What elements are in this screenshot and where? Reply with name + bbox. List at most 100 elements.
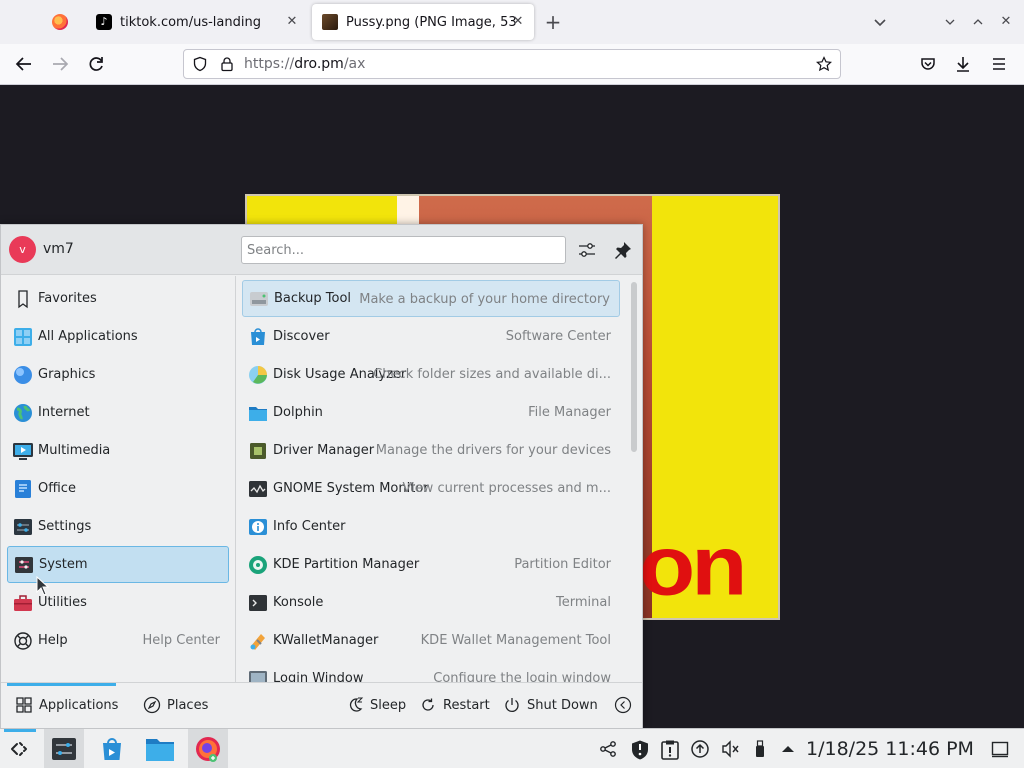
launcher-header: v vm7 — [1, 225, 642, 275]
tab-applications[interactable]: Applications — [15, 696, 118, 714]
app-kde-partition-manager[interactable]: KDE Partition Manager Partition Editor — [242, 546, 620, 583]
category-multimedia[interactable]: Multimedia — [7, 432, 229, 469]
login-icon — [247, 668, 269, 682]
close-window-icon[interactable]: ✕ — [996, 12, 1016, 32]
update-notifier-icon[interactable] — [690, 739, 710, 759]
settings-icon — [12, 516, 34, 538]
usb-device-icon[interactable] — [750, 739, 770, 759]
app-dolphin[interactable]: Dolphin File Manager — [242, 394, 620, 431]
url-bar[interactable]: https://dro.pm/ax — [183, 49, 841, 79]
app-discover[interactable]: Discover Software Center — [242, 318, 620, 355]
category-label: Office — [38, 481, 76, 496]
url-scheme: https:// — [244, 56, 295, 72]
firefox-task[interactable] — [188, 729, 228, 768]
minimize-window-icon[interactable] — [940, 12, 960, 32]
close-tab-icon[interactable]: ✕ — [510, 14, 526, 30]
clipboard-icon[interactable] — [659, 739, 679, 760]
category-internet[interactable]: Internet — [7, 394, 229, 431]
hamburger-menu-icon[interactable] — [985, 50, 1013, 78]
search-input[interactable] — [241, 236, 566, 264]
tab-image-active[interactable]: Pussy.png (PNG Image, 53 ✕ — [312, 4, 534, 40]
app-description: Software Center — [505, 329, 611, 344]
category-label: Graphics — [38, 367, 96, 382]
leave-more-button[interactable] — [614, 696, 638, 714]
system-settings-task[interactable] — [44, 729, 84, 768]
sleep-icon — [346, 696, 364, 714]
power-icon — [503, 696, 521, 714]
category-all-applications[interactable]: All Applications — [7, 318, 229, 355]
kde-connect-icon[interactable] — [598, 739, 618, 759]
clock[interactable]: 1/18/25 11:46 PM — [806, 738, 974, 760]
app-info-center[interactable]: Info Center — [242, 508, 620, 545]
tracking-shield-icon[interactable] — [192, 56, 208, 72]
shutdown-button[interactable]: Shut Down — [503, 696, 598, 714]
bookmark-star-icon[interactable] — [816, 56, 832, 72]
category-label: All Applications — [38, 329, 138, 344]
app-konsole[interactable]: Konsole Terminal — [242, 584, 620, 621]
app-kwalletmanager[interactable]: KWalletManager KDE Wallet Management Too… — [242, 622, 620, 659]
lock-icon[interactable] — [219, 56, 235, 72]
show-desktop-icon[interactable] — [990, 739, 1010, 759]
app-label: Info Center — [273, 519, 346, 534]
sleep-button[interactable]: Sleep — [346, 696, 406, 714]
category-settings[interactable]: Settings — [7, 508, 229, 545]
reload-icon[interactable] — [82, 50, 110, 78]
application-launcher: v vm7 Favorites All Applications Graphic… — [0, 224, 643, 729]
url-path: /ax — [343, 56, 366, 72]
lifebuoy-icon — [12, 630, 34, 652]
pin-icon[interactable] — [611, 238, 635, 262]
category-help[interactable]: Help Help Center — [7, 622, 229, 659]
app-label: Login Window — [273, 671, 364, 682]
category-graphics[interactable]: Graphics — [7, 356, 229, 393]
tab-firefox-pinned[interactable] — [36, 4, 84, 40]
forward-arrow-icon[interactable] — [46, 50, 74, 78]
application-launcher-button[interactable] — [0, 729, 40, 768]
category-favorites[interactable]: Favorites — [7, 280, 229, 317]
avatar[interactable]: v — [9, 236, 36, 263]
back-arrow-icon[interactable] — [10, 50, 38, 78]
app-gnome-system-monitor[interactable]: GNOME System Monitor View current proces… — [242, 470, 620, 507]
maximize-window-icon[interactable] — [968, 12, 988, 32]
restart-button[interactable]: Restart — [419, 696, 490, 714]
configure-sliders-icon[interactable] — [575, 238, 599, 262]
tab-title: tiktok.com/us-landing — [120, 14, 261, 30]
app-label: Dolphin — [273, 405, 323, 420]
app-backup-tool[interactable]: Backup Tool Make a backup of your home d… — [242, 280, 620, 317]
compass-icon — [143, 696, 161, 714]
close-tab-icon[interactable]: ✕ — [284, 14, 300, 30]
downloads-icon[interactable] — [949, 50, 977, 78]
tab-places[interactable]: Places — [143, 696, 208, 714]
tab-label: Places — [167, 697, 209, 713]
app-description: Manage the drivers for your devices — [375, 443, 611, 458]
dolphin-task[interactable] — [140, 729, 180, 768]
url-text: https://dro.pm/ax — [244, 56, 365, 72]
app-description: Configure the login window — [433, 671, 611, 682]
tab-title: Pussy.png (PNG Image, 53 — [346, 14, 516, 30]
show-hidden-tray-icon[interactable] — [778, 739, 798, 759]
discover-task[interactable] — [92, 729, 132, 768]
tab-tiktok[interactable]: ♪ tiktok.com/us-landing ✕ — [86, 4, 308, 40]
app-list-scrollbar[interactable] — [631, 282, 637, 452]
category-label: Favorites — [38, 291, 97, 306]
category-label: Internet — [38, 405, 90, 420]
column-divider — [235, 276, 236, 682]
volume-muted-icon[interactable] — [720, 739, 740, 759]
app-description: File Manager — [528, 405, 611, 420]
app-driver-manager[interactable]: Driver Manager Manage the drivers for yo… — [242, 432, 620, 469]
category-office[interactable]: Office — [7, 470, 229, 507]
new-tab-button[interactable]: + — [543, 12, 563, 32]
app-disk-usage-analyzer[interactable]: Disk Usage Analyzer Check folder sizes a… — [242, 356, 620, 393]
browser-nav-bar: https://dro.pm/ax — [0, 44, 1024, 85]
tiktok-icon: ♪ — [96, 14, 112, 30]
multimedia-icon — [12, 440, 34, 462]
security-shield-icon[interactable] — [629, 739, 649, 760]
pocket-icon[interactable] — [914, 50, 942, 78]
list-tabs-icon[interactable] — [870, 12, 890, 32]
category-label: System — [39, 557, 88, 572]
app-label: Konsole — [273, 595, 324, 610]
app-description: Make a backup of your home directory — [359, 292, 610, 307]
wallet-icon — [247, 630, 269, 652]
app-login-window[interactable]: Login Window Configure the login window — [242, 660, 620, 682]
image-icon — [322, 14, 338, 30]
username: vm7 — [43, 241, 74, 257]
